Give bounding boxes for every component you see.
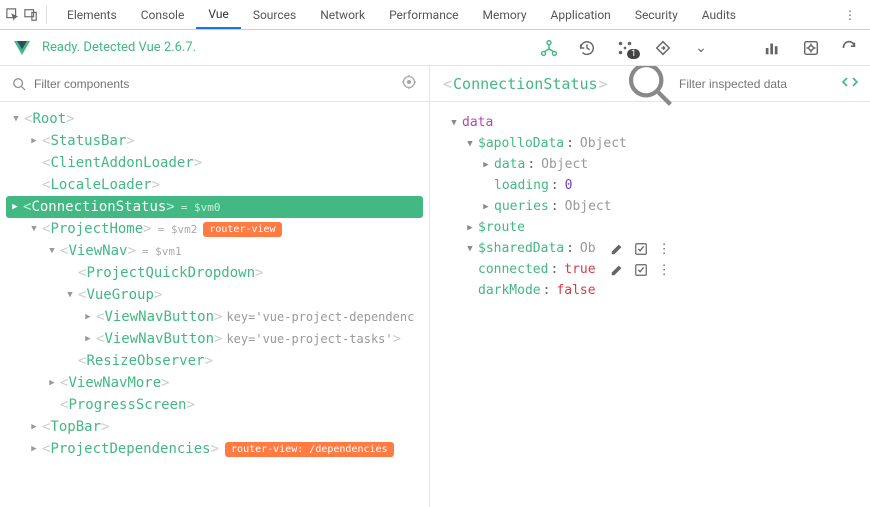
tab-console[interactable]: Console [129,0,197,29]
tree-node-projectquickdropdown[interactable]: <ProjectQuickDropdown> [0,262,429,284]
filter-bar [0,66,429,102]
tab-performance[interactable]: Performance [377,0,470,29]
data-row-$route[interactable]: ▶$route [444,217,856,238]
tab-application[interactable]: Application [539,0,623,29]
data-row-$apolloData[interactable]: ▼$apolloData:Object [444,133,856,154]
tree-node-resizeobserver[interactable]: <ResizeObserver> [0,350,429,372]
data-tree: Quick edit ⬉ ▼data▼$apolloData:Object▶da… [430,102,870,507]
data-row-queries[interactable]: ▶queries:Object [444,196,856,217]
refresh-icon[interactable] [840,39,858,57]
expand-icon[interactable]: ▼ [28,223,40,235]
expand-icon[interactable] [28,157,40,169]
chevron-down-icon[interactable]: ⌄ [692,39,710,57]
expand-icon[interactable] [480,180,492,192]
tree-node-topbar[interactable]: ▶<TopBar> [0,416,429,438]
expand-icon[interactable]: ▼ [46,245,58,257]
header-icons: 1 ⌄ [540,39,858,57]
tab-vue[interactable]: Vue [196,0,240,29]
expand-icon[interactable] [46,399,58,411]
quickedit-icon[interactable] [634,242,648,256]
expand-icon[interactable]: ▶ [82,311,94,323]
data-row-$sharedData[interactable]: ▼$sharedData:Ob⋮ [444,238,856,259]
performance-icon[interactable] [764,39,782,57]
tree-node-vuegroup[interactable]: ▼<VueGroup> [0,284,429,306]
tab-audits[interactable]: Audits [690,0,748,29]
tree-node-viewnav[interactable]: ▼<ViewNav>= $vm1 [0,240,429,262]
expand-icon[interactable]: ▶ [480,159,492,171]
expand-icon[interactable]: ▶ [28,443,40,455]
expand-icon[interactable] [64,267,76,279]
vue-logo-icon [12,38,32,58]
data-row-data[interactable]: ▼data [444,112,856,133]
tree-node-root[interactable]: ▼<Root> [0,108,429,130]
expand-icon[interactable] [464,264,476,276]
code-icon[interactable] [842,74,858,93]
tree-node-viewnavbutton[interactable]: ▶<ViewNavButton>key='vue-project-tasks'> [0,328,429,350]
expand-icon[interactable]: ▶ [28,135,40,147]
tree-node-connectionstatus[interactable]: ▶<ConnectionStatus>= $vm0 [6,196,423,218]
edit-icon[interactable] [610,242,624,256]
expand-icon[interactable] [464,285,476,297]
target-icon[interactable] [401,74,417,93]
expand-icon[interactable]: ▶ [82,333,94,345]
more-icon[interactable]: ⋮ [836,8,864,22]
tab-elements[interactable]: Elements [55,0,129,29]
tree-node-statusbar[interactable]: ▶<StatusBar> [0,130,429,152]
tree-node-progressscreen[interactable]: <ProgressScreen> [0,394,429,416]
edit-icon[interactable] [610,263,624,277]
data-row-darkMode[interactable]: darkMode:false [444,280,856,301]
tree-node-clientaddonloader[interactable]: <ClientAddonLoader> [0,152,429,174]
components-icon[interactable] [540,39,558,57]
tab-memory[interactable]: Memory [470,0,538,29]
tree-node-projecthome[interactable]: ▼<ProjectHome>= $vm2router-view [0,218,429,240]
tab-network[interactable]: Network [308,0,377,29]
tab-security[interactable]: Security [623,0,690,29]
tree-node-viewnavbutton[interactable]: ▶<ViewNavButton>key='vue-project-depende… [0,306,429,328]
components-panel: ▼<Root>▶<StatusBar><ClientAddonLoader><L… [0,66,430,507]
inspector-header: <ConnectionStatus> [430,66,870,102]
routing-icon[interactable] [654,39,672,57]
quickedit-icon[interactable] [634,263,648,277]
search-icon [12,77,26,91]
history-icon[interactable] [578,39,596,57]
expand-icon[interactable] [28,179,40,191]
vue-header: Ready. Detected Vue 2.6.7. 1 ⌄ [0,30,870,66]
expand-icon[interactable] [64,355,76,367]
expand-icon[interactable]: ▼ [448,117,460,129]
status-text: Ready. Detected Vue 2.6.7. [42,40,196,55]
expand-icon[interactable]: ▶ [28,421,40,433]
devtools-tabs: ElementsConsoleVueSourcesNetworkPerforma… [55,0,748,29]
vuex-icon[interactable]: 1 [616,39,634,57]
tree-node-viewnavmore[interactable]: ▶<ViewNavMore> [0,372,429,394]
expand-icon[interactable]: ▶ [46,377,58,389]
expand-icon[interactable]: ▼ [464,138,476,150]
expand-icon[interactable]: ▼ [10,113,22,125]
expand-icon[interactable]: ▼ [464,243,476,255]
inspect-icon[interactable] [6,8,20,22]
more-icon[interactable]: ⋮ [658,263,672,277]
inspector-panel: <ConnectionStatus> Quick edit ⬉ ▼data▼$a… [430,66,870,507]
filter-data-input[interactable] [679,77,834,91]
tree-node-localeloader[interactable]: <LocaleLoader> [0,174,429,196]
devtools-titlebar: ElementsConsoleVueSourcesNetworkPerforma… [0,0,870,30]
expand-icon[interactable]: ▼ [64,289,76,301]
expand-icon[interactable]: ▶ [464,222,476,234]
more-icon[interactable]: ⋮ [658,242,672,256]
expand-icon[interactable]: ▶ [9,201,21,213]
data-row-loading[interactable]: loading:0 [444,175,856,196]
filter-components-input[interactable] [34,77,401,91]
component-tree: ▼<Root>▶<StatusBar><ClientAddonLoader><L… [0,102,429,507]
inspected-component-name: <ConnectionStatus> [442,75,609,93]
settings-icon[interactable] [802,39,820,57]
expand-icon[interactable]: ▶ [480,201,492,213]
data-row-data[interactable]: ▶data:Object [444,154,856,175]
tree-node-projectdependencies[interactable]: ▶<ProjectDependencies>router-view: /depe… [0,438,429,460]
device-icon[interactable] [24,8,38,22]
tab-sources[interactable]: Sources [241,0,308,29]
data-row-connected[interactable]: connected:true⋮ [444,259,856,280]
